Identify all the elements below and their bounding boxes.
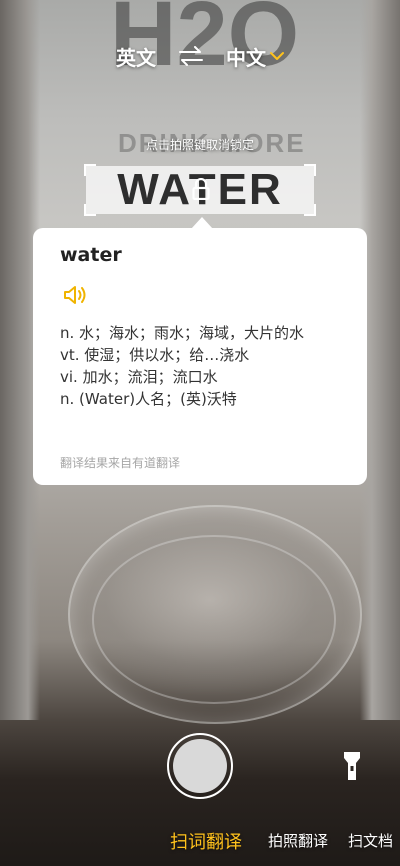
definition-item: vi. 加水；流泪；流口水 xyxy=(60,368,218,386)
lock-icon xyxy=(192,178,210,200)
speaker-icon[interactable] xyxy=(63,284,89,306)
frame-corner xyxy=(304,164,316,176)
mode-tabs: 扫词翻译 拍照翻译 扫文档 xyxy=(0,830,400,856)
shutter-inner xyxy=(173,739,227,793)
chevron-down-icon xyxy=(270,52,284,60)
translation-source: 翻译结果来自有道翻译 xyxy=(60,456,181,470)
definition-item: n. (Water)人名；(英)沃特 xyxy=(60,390,237,408)
source-language-button[interactable]: 英文 xyxy=(116,42,156,71)
unlock-hint: 点击拍照键取消锁定 xyxy=(145,138,254,152)
tab-photo-translate[interactable]: 拍照翻译 xyxy=(268,830,328,851)
definition-item: vt. 使湿；供以水；给…浇水 xyxy=(60,346,250,364)
target-language-label: 中文 xyxy=(226,45,266,70)
frame-corner xyxy=(84,204,96,216)
scan-frame: WATER xyxy=(84,164,316,216)
definition-item: n. 水；海水；雨水；海域，大片的水 xyxy=(60,324,305,342)
cup-base-inner-ring xyxy=(92,535,336,704)
shutter-button[interactable] xyxy=(167,733,233,799)
definitions-list: n. 水；海水；雨水；海域，大片的水 vt. 使湿；供以水；给…浇水 vi. 加… xyxy=(60,322,350,410)
translation-card: water n. 水；海水；雨水；海域，大片的水 vt. 使湿；供以水；给…浇水… xyxy=(33,228,367,485)
card-word: water xyxy=(60,244,122,266)
frame-corner xyxy=(84,164,96,176)
tab-word-scan[interactable]: 扫词翻译 xyxy=(170,828,242,854)
frame-corner xyxy=(304,204,316,216)
flashlight-icon[interactable] xyxy=(343,750,361,782)
language-bar: 英文 中文 xyxy=(0,40,400,72)
tab-document-scan[interactable]: 扫文档 xyxy=(348,830,393,851)
swap-languages-icon[interactable] xyxy=(178,46,204,66)
target-language-button[interactable]: 中文 xyxy=(226,42,284,71)
